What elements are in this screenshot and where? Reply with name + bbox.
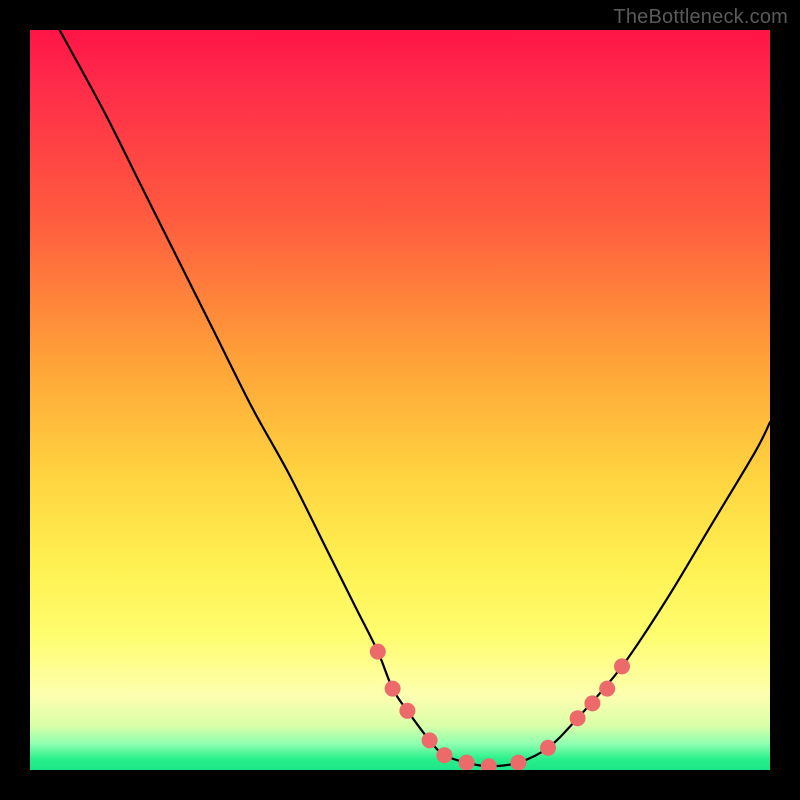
- curve-layer: [30, 30, 770, 770]
- highlight-markers: [370, 644, 630, 770]
- marker-point: [459, 755, 475, 770]
- marker-point: [510, 755, 526, 770]
- plot-area: [30, 30, 770, 770]
- attribution-label: TheBottleneck.com: [613, 6, 788, 29]
- marker-point: [481, 758, 497, 770]
- marker-point: [370, 644, 386, 660]
- marker-point: [570, 710, 586, 726]
- marker-point: [385, 681, 401, 697]
- marker-point: [599, 681, 615, 697]
- marker-point: [399, 703, 415, 719]
- marker-point: [540, 740, 556, 756]
- marker-point: [614, 658, 630, 674]
- chart-stage: TheBottleneck.com: [0, 0, 800, 800]
- marker-point: [422, 732, 438, 748]
- marker-point: [584, 695, 600, 711]
- marker-point: [436, 747, 452, 763]
- bottleneck-curve: [60, 30, 770, 766]
